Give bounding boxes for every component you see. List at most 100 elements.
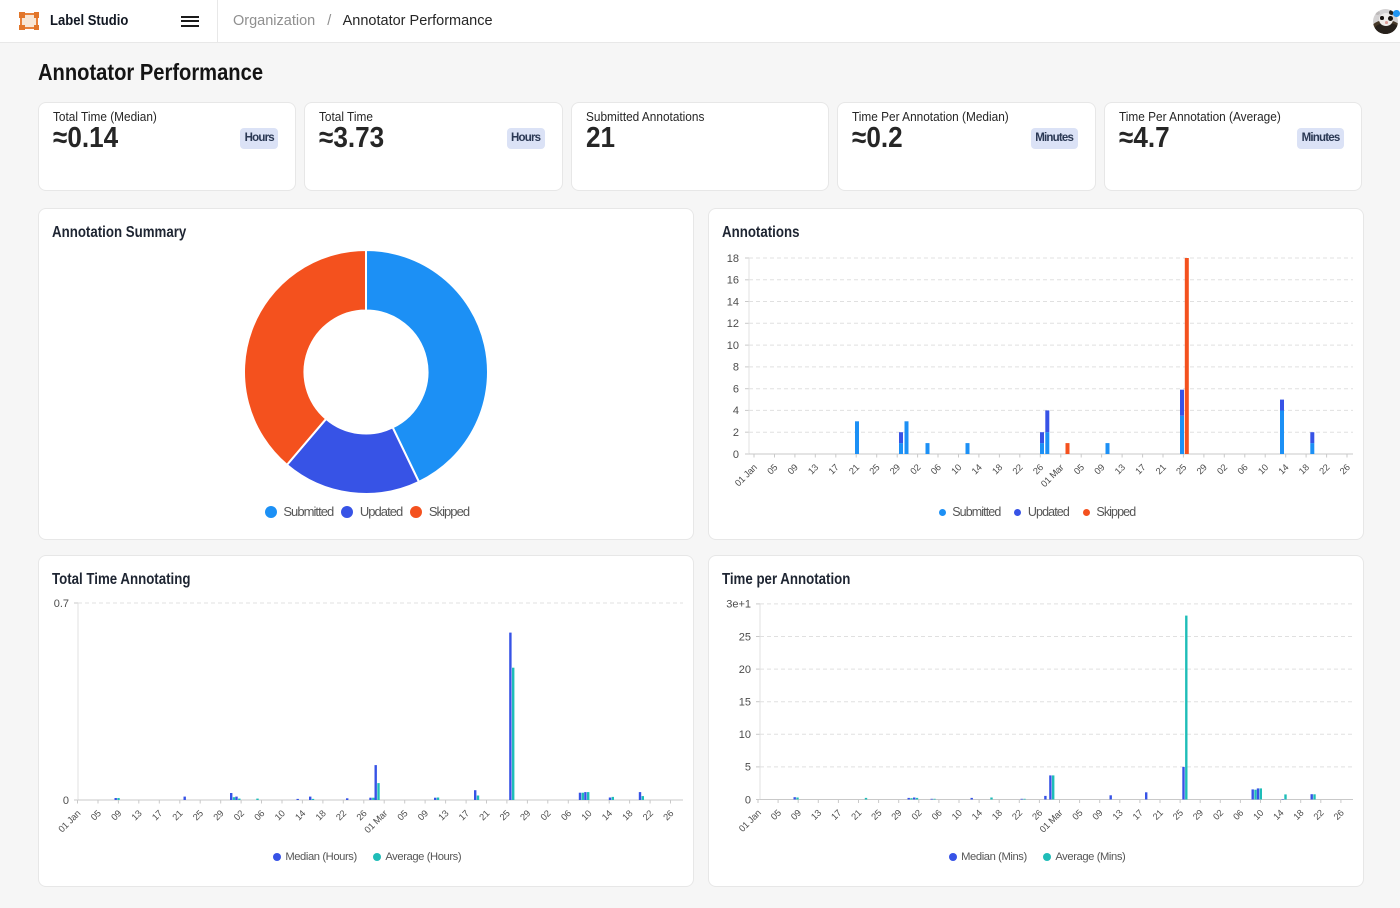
svg-text:13: 13 [806,462,820,476]
svg-text:29: 29 [518,808,532,822]
svg-text:14: 14 [600,808,614,822]
svg-text:05: 05 [769,808,783,822]
svg-text:22: 22 [1011,462,1025,476]
svg-text:21: 21 [171,808,185,822]
svg-text:29: 29 [888,462,902,476]
svg-text:29: 29 [1191,808,1205,822]
svg-text:17: 17 [1131,808,1145,822]
svg-text:13: 13 [436,808,450,822]
svg-text:26: 26 [1332,808,1346,822]
svg-text:02: 02 [1211,808,1225,822]
svg-text:01 Mar: 01 Mar [1038,808,1065,835]
svg-text:26: 26 [661,808,675,822]
svg-text:21: 21 [1154,462,1168,476]
svg-text:13: 13 [1111,808,1125,822]
svg-text:09: 09 [789,808,803,822]
svg-text:18: 18 [990,808,1004,822]
svg-text:10: 10 [580,808,594,822]
svg-text:10: 10 [950,808,964,822]
svg-text:06: 06 [1236,462,1250,476]
svg-text:26: 26 [1338,462,1352,476]
svg-text:26: 26 [1030,808,1044,822]
svg-text:13: 13 [809,808,823,822]
svg-text:13: 13 [130,808,144,822]
svg-text:18: 18 [727,253,739,265]
svg-text:21: 21 [477,808,491,822]
svg-text:05: 05 [1070,808,1084,822]
svg-text:22: 22 [1010,808,1024,822]
svg-text:02: 02 [232,808,246,822]
svg-text:17: 17 [829,808,843,822]
svg-text:22: 22 [1312,808,1326,822]
svg-text:18: 18 [990,462,1004,476]
svg-text:02: 02 [539,808,553,822]
svg-text:18: 18 [1297,462,1311,476]
svg-text:06: 06 [252,808,266,822]
svg-text:18: 18 [620,808,634,822]
svg-text:09: 09 [1091,808,1105,822]
svg-text:0: 0 [733,449,739,461]
svg-text:17: 17 [457,808,471,822]
svg-text:12: 12 [727,318,739,330]
svg-text:25: 25 [1171,808,1185,822]
svg-text:25: 25 [739,631,751,643]
svg-text:29: 29 [212,808,226,822]
svg-text:17: 17 [827,462,841,476]
svg-text:05: 05 [89,808,103,822]
svg-text:05: 05 [765,462,779,476]
svg-text:01 Jan: 01 Jan [733,462,759,488]
svg-text:02: 02 [908,462,922,476]
svg-text:01 Mar: 01 Mar [1039,462,1066,489]
svg-text:8: 8 [733,362,739,374]
svg-text:10: 10 [1256,462,1270,476]
svg-text:10: 10 [949,462,963,476]
svg-text:09: 09 [786,462,800,476]
svg-text:18: 18 [314,808,328,822]
svg-text:25: 25 [1174,462,1188,476]
svg-text:20: 20 [739,664,751,676]
svg-text:25: 25 [869,808,883,822]
svg-text:6: 6 [733,384,739,396]
svg-text:21: 21 [847,462,861,476]
svg-text:2: 2 [733,427,739,439]
svg-text:0.7: 0.7 [54,598,69,610]
svg-text:14: 14 [1277,462,1291,476]
svg-text:10: 10 [727,340,739,352]
svg-text:05: 05 [396,808,410,822]
svg-text:15: 15 [739,697,751,709]
svg-text:25: 25 [191,808,205,822]
svg-text:25: 25 [868,462,882,476]
svg-text:14: 14 [293,808,307,822]
svg-text:01 Mar: 01 Mar [363,808,390,835]
svg-text:01 Jan: 01 Jan [737,808,763,834]
svg-text:06: 06 [930,808,944,822]
svg-text:14: 14 [970,808,984,822]
svg-text:10: 10 [273,808,287,822]
svg-text:0: 0 [745,794,751,806]
svg-text:22: 22 [1317,462,1331,476]
svg-text:02: 02 [1215,462,1229,476]
svg-text:06: 06 [559,808,573,822]
svg-text:06: 06 [1231,808,1245,822]
svg-text:0: 0 [63,795,69,807]
svg-text:3e+1: 3e+1 [726,599,751,611]
svg-text:05: 05 [1072,462,1086,476]
svg-text:22: 22 [334,808,348,822]
svg-text:14: 14 [970,462,984,476]
svg-text:09: 09 [416,808,430,822]
svg-text:22: 22 [641,808,655,822]
svg-text:10: 10 [1251,808,1265,822]
svg-text:14: 14 [1271,808,1285,822]
svg-text:10: 10 [739,729,751,741]
svg-text:25: 25 [498,808,512,822]
svg-text:06: 06 [929,462,943,476]
svg-text:21: 21 [1151,808,1165,822]
svg-text:26: 26 [355,808,369,822]
svg-text:02: 02 [910,808,924,822]
svg-text:5: 5 [745,762,751,774]
svg-text:29: 29 [890,808,904,822]
svg-text:13: 13 [1113,462,1127,476]
svg-text:26: 26 [1031,462,1045,476]
svg-text:17: 17 [1133,462,1147,476]
svg-text:09: 09 [109,808,123,822]
